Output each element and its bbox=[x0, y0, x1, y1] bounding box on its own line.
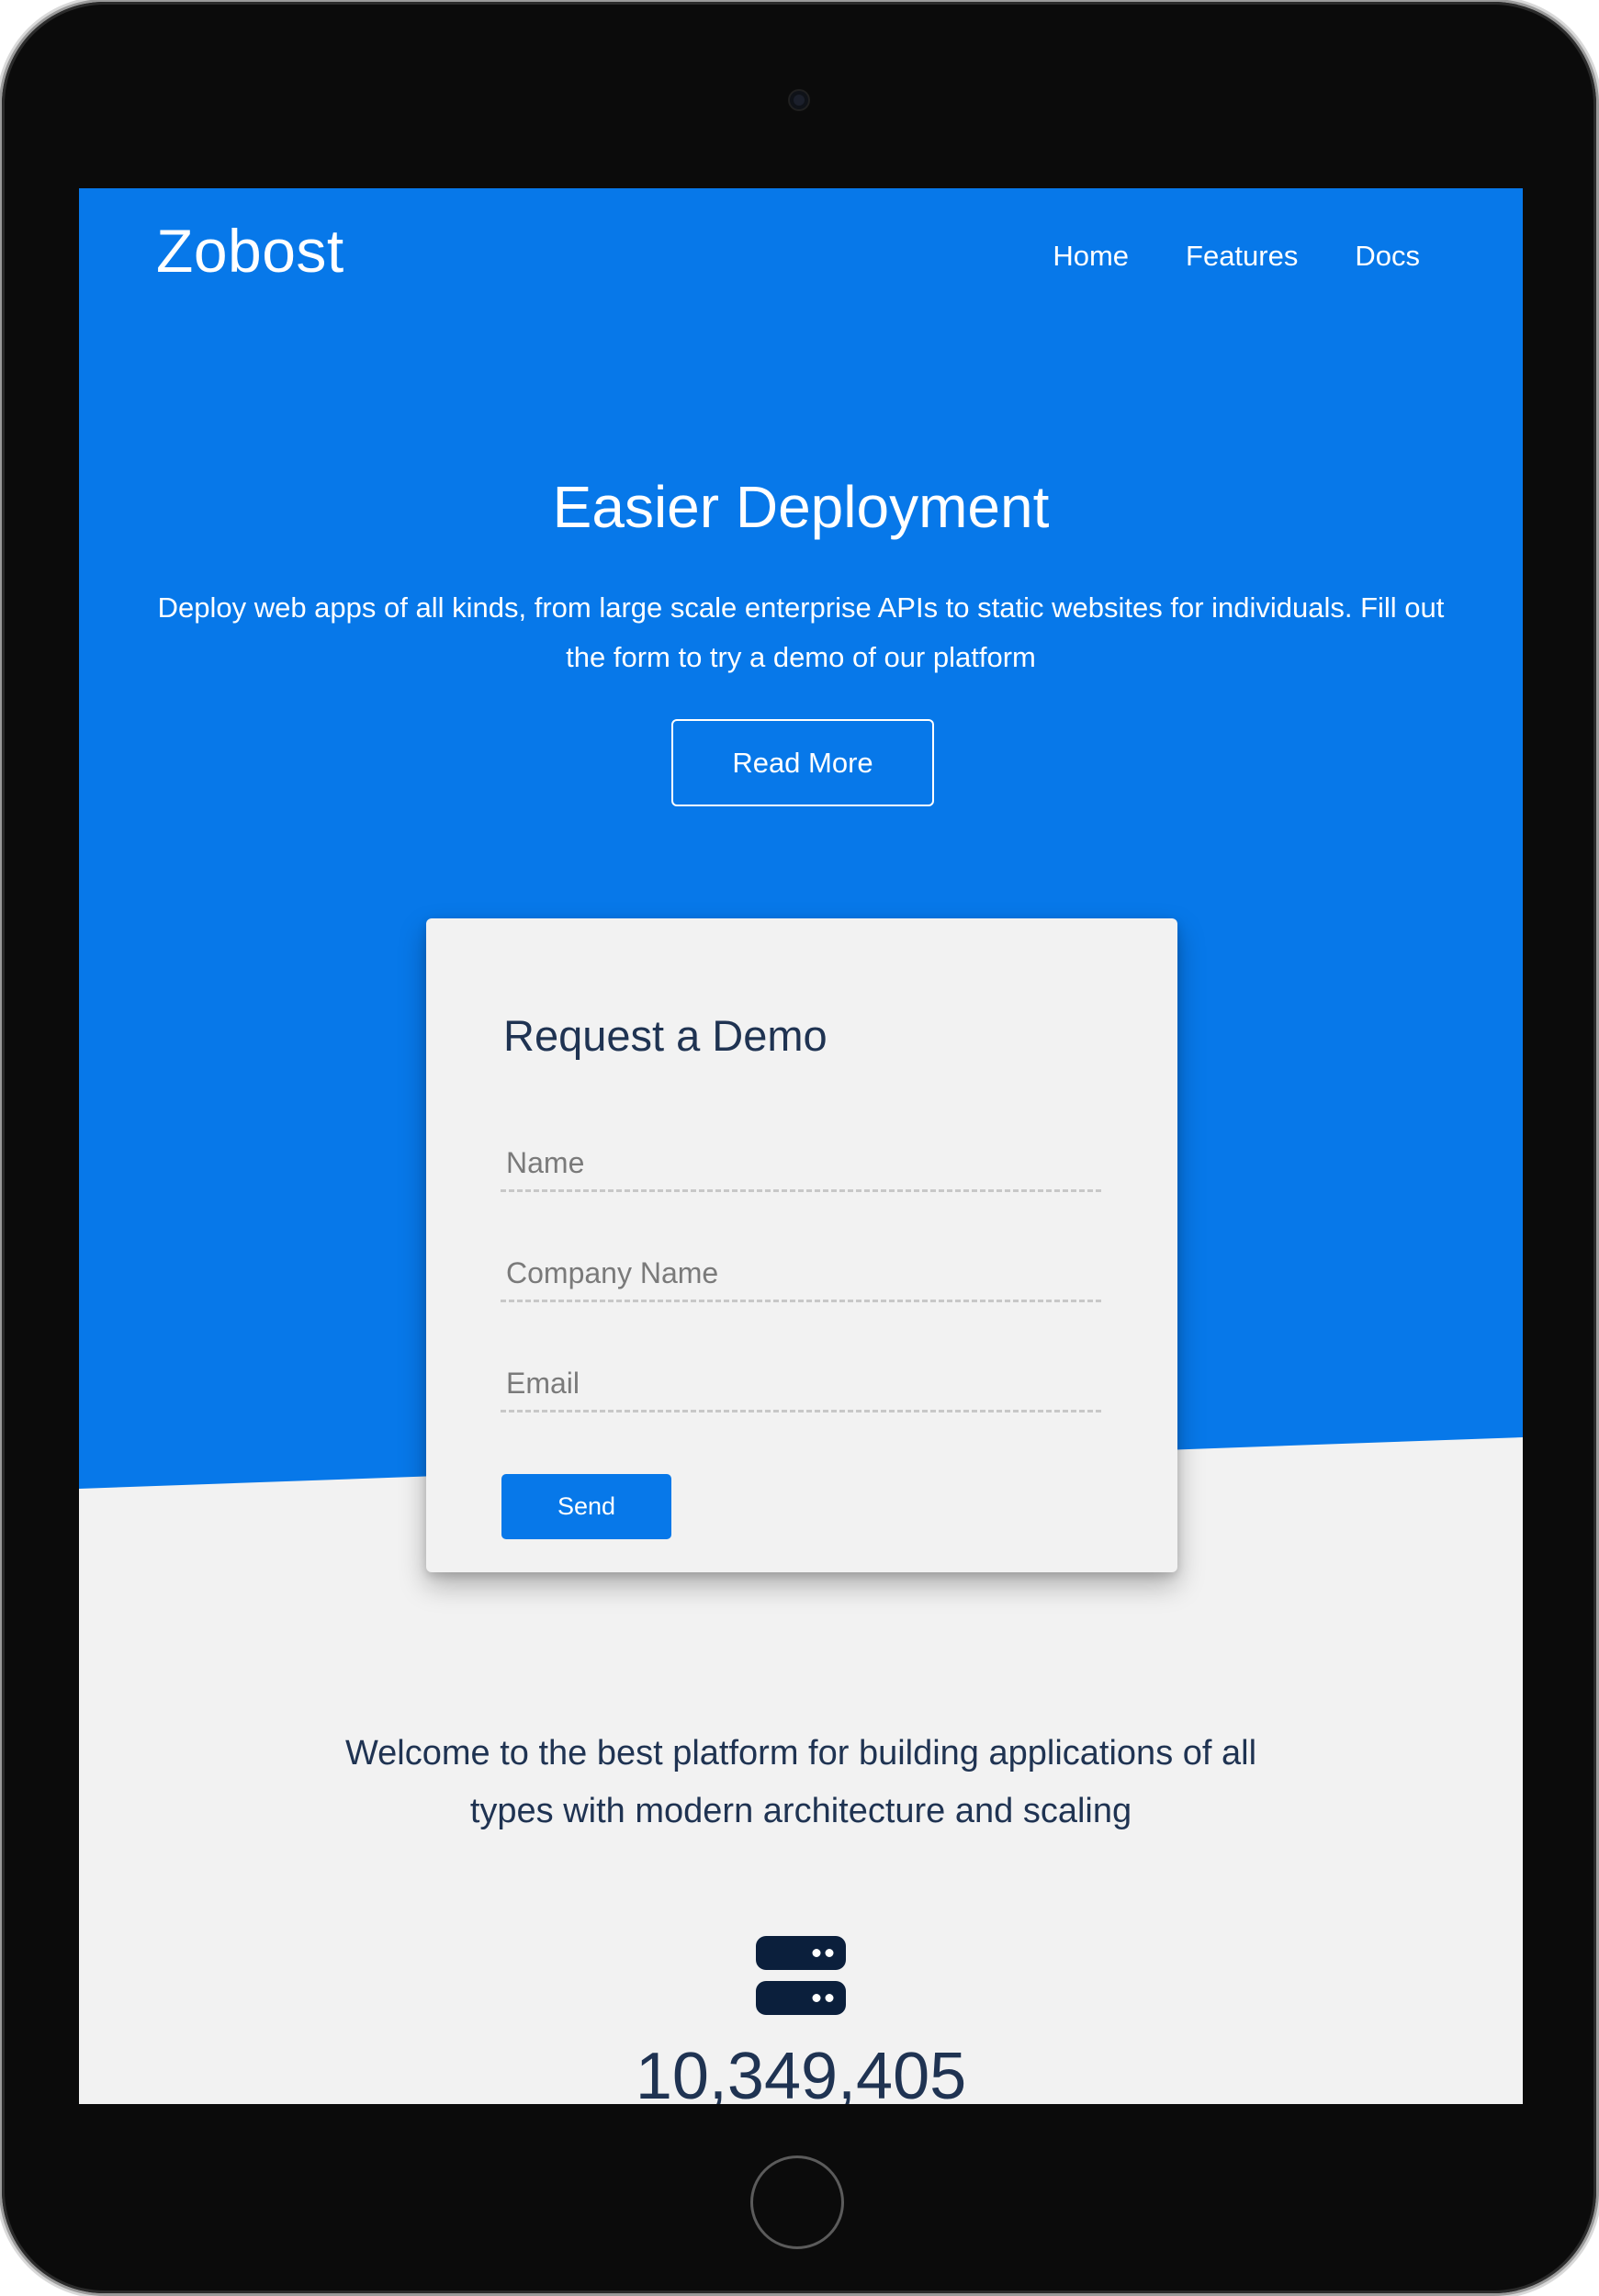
main-nav: Home Features Docs bbox=[1053, 240, 1420, 273]
name-field[interactable] bbox=[501, 1137, 1101, 1192]
server-icon bbox=[756, 1936, 846, 2015]
brand-logo[interactable]: Zobost bbox=[156, 216, 344, 286]
nav-item-home[interactable]: Home bbox=[1053, 240, 1129, 273]
nav-item-docs[interactable]: Docs bbox=[1355, 240, 1420, 273]
hero-subtitle: Deploy web apps of all kinds, from large… bbox=[157, 591, 1445, 673]
stat-number: 10,349,405 bbox=[635, 2040, 967, 2104]
read-more-button[interactable]: Read More bbox=[671, 719, 934, 806]
home-button[interactable] bbox=[750, 2155, 844, 2249]
tablet-frame: Zobost Home Features Docs Easier Deploym… bbox=[2, 2, 1596, 2293]
nav-item-features[interactable]: Features bbox=[1186, 240, 1298, 273]
send-button[interactable]: Send bbox=[501, 1474, 671, 1539]
demo-request-card: Request a Demo Send bbox=[426, 918, 1177, 1572]
welcome-text: Welcome to the best platform for buildin… bbox=[344, 1734, 1257, 1830]
camera-icon bbox=[790, 91, 808, 109]
company-name-field[interactable] bbox=[501, 1247, 1101, 1302]
hero-title: Easier Deployment bbox=[552, 474, 1050, 540]
demo-form-title: Request a Demo bbox=[503, 1011, 828, 1060]
screen: Zobost Home Features Docs Easier Deploym… bbox=[79, 188, 1523, 2104]
email-field[interactable] bbox=[501, 1357, 1101, 1412]
